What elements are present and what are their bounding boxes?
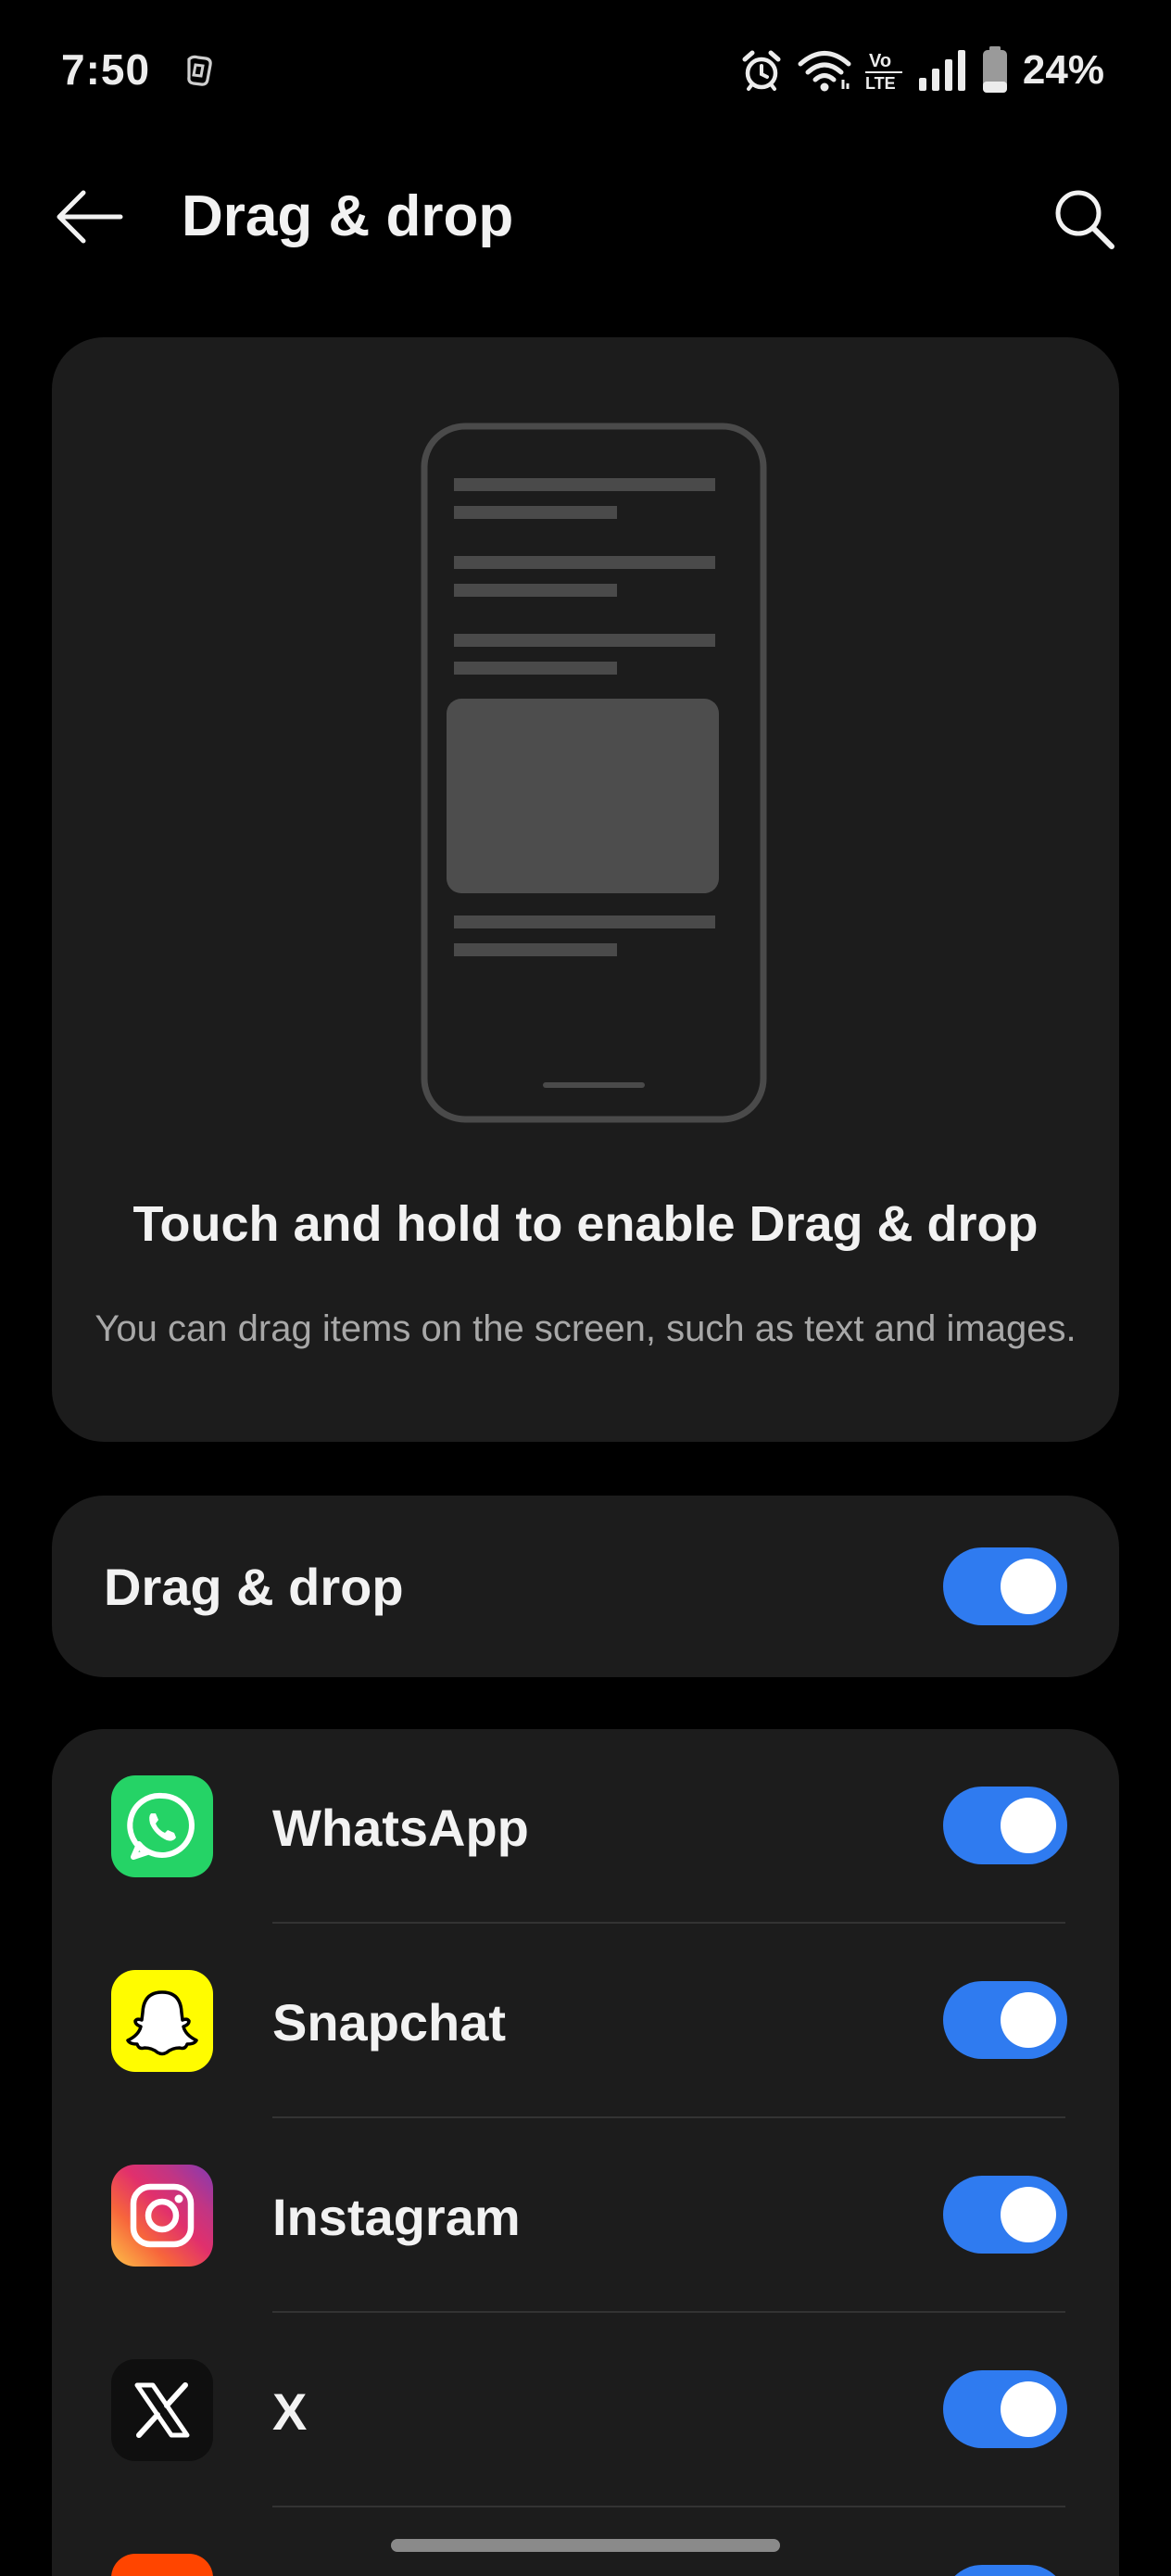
status-time: 7:50 (61, 45, 151, 94)
app-icon (111, 2554, 213, 2576)
search-icon (1051, 185, 1117, 257)
instagram-icon (111, 2165, 213, 2267)
status-bar: 7:50 Vo LTE 24% (0, 0, 1171, 139)
toggle-knob (1001, 1798, 1056, 1853)
app-name: WhatsApp (272, 1799, 529, 1857)
instagram-toggle[interactable] (943, 2176, 1067, 2254)
app-row-instagram[interactable]: Instagram (52, 2118, 1119, 2313)
snapchat-icon (111, 1970, 213, 2072)
toggle-knob (1001, 1992, 1056, 2048)
toggle-knob (1001, 1559, 1056, 1614)
copilot-notification-icon (180, 50, 220, 91)
svg-text:LTE: LTE (865, 74, 896, 93)
back-button[interactable] (48, 185, 130, 252)
hero-description: You can drag items on the screen, such a… (94, 1308, 1077, 1349)
whatsapp-toggle[interactable] (943, 1787, 1067, 1864)
app-row-x[interactable]: X (52, 2313, 1119, 2507)
battery-icon (982, 46, 1008, 95)
drag-drop-toggle[interactable] (943, 1547, 1067, 1625)
screen: 7:50 Vo LTE 24% Drag & drop Touch and ho… (0, 0, 1171, 2576)
phone-illustration-icon (419, 421, 769, 1125)
wifi-icon (797, 48, 852, 93)
home-indicator[interactable] (391, 2539, 780, 2552)
hero-title: Touch and hold to enable Drag & drop (132, 1196, 1039, 1252)
app-row-snapchat[interactable]: Snapchat (52, 1924, 1119, 2118)
top-app-bar: Drag & drop (0, 167, 1171, 269)
status-icons: Vo LTE 24% (739, 44, 1104, 96)
illustration-card: Touch and hold to enable Drag & drop You… (52, 337, 1119, 1442)
app-toggle[interactable] (943, 2565, 1067, 2576)
page-title: Drag & drop (182, 184, 514, 248)
snapchat-toggle[interactable] (943, 1981, 1067, 2059)
svg-text:Vo: Vo (869, 51, 891, 71)
app-name: Instagram (272, 2188, 521, 2246)
arrow-left-icon (52, 187, 126, 251)
alarm-icon (739, 48, 784, 93)
app-list: WhatsApp Snapchat Instagram X (52, 1729, 1119, 2576)
battery-percentage: 24% (1022, 47, 1104, 93)
search-button[interactable] (1045, 182, 1123, 259)
volte-icon: Vo LTE (864, 48, 904, 93)
drag-drop-setting[interactable]: Drag & drop (52, 1496, 1119, 1677)
app-name: X (272, 2382, 308, 2441)
toggle-knob (1001, 2187, 1056, 2242)
whatsapp-icon (111, 1775, 213, 1877)
signal-icon (917, 48, 969, 93)
app-name: Snapchat (272, 1993, 507, 2052)
x-icon (111, 2359, 213, 2461)
app-row-whatsapp[interactable]: WhatsApp (52, 1729, 1119, 1924)
drag-drop-label: Drag & drop (104, 1558, 404, 1616)
toggle-knob (1001, 2381, 1056, 2437)
x-toggle[interactable] (943, 2370, 1067, 2448)
